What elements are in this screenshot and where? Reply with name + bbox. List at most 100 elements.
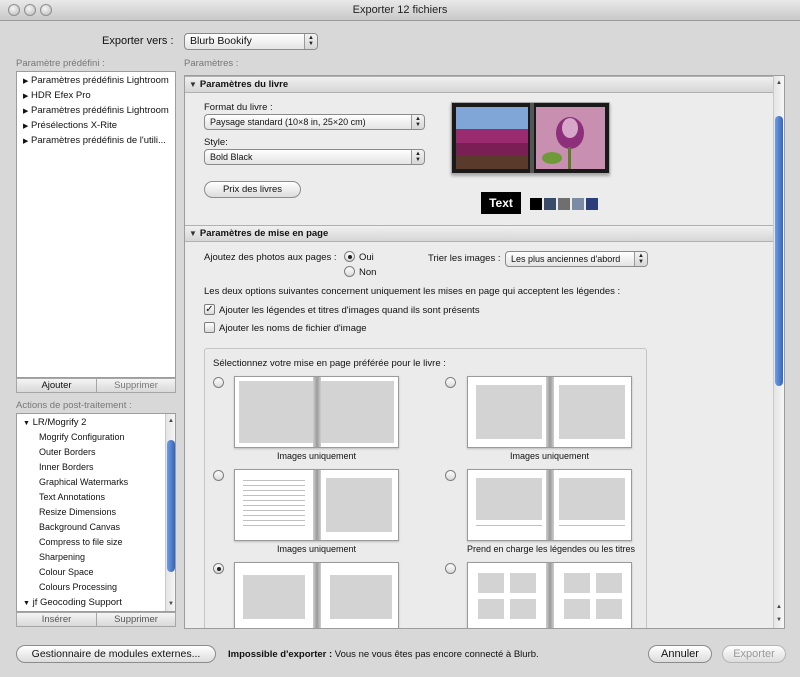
chevron-updown-icon: ▲ ▼ — [411, 150, 424, 164]
insert-button[interactable]: Insérer — [16, 612, 97, 627]
book-settings-header[interactable]: ▼ Paramètres du livre — [185, 76, 773, 93]
photo-placeholder — [330, 575, 392, 619]
photo-placeholder — [476, 478, 542, 520]
layout-5-radio[interactable] — [213, 563, 224, 574]
post-process-item[interactable]: Background Canvas — [39, 522, 120, 532]
add-captions-checkbox[interactable]: ✓ — [204, 304, 215, 315]
layout-2-caption: Images uniquement — [509, 451, 590, 461]
photo-placeholder — [559, 385, 625, 439]
post-process-header: Actions de post-traitement : — [16, 400, 132, 411]
post-process-item[interactable]: Colours Processing — [39, 582, 117, 592]
scroll-up-icon[interactable]: ▲ — [774, 78, 784, 88]
post-process-list: ▼ LR/Mogrify 2 Mogrify Configuration Out… — [16, 413, 176, 612]
swatch-dark-blue — [544, 198, 556, 210]
disclosure-down-icon: ▼ — [189, 80, 197, 89]
preset-item[interactable]: ▶ HDR Efex Pro — [23, 90, 91, 101]
preset-item[interactable]: ▶ Paramètres prédéfinis Lightroom — [23, 75, 169, 86]
add-filenames-checkbox[interactable] — [204, 322, 215, 333]
book-spine — [312, 563, 321, 628]
photo-placeholder — [239, 381, 313, 443]
add-filenames-label: Ajouter les noms de fichier d'image — [219, 323, 367, 334]
post-process-group[interactable]: ▼ LR/Mogrify 2 — [23, 417, 86, 428]
sort-label: Trier les images : — [428, 253, 501, 264]
layout-chooser: Sélectionnez votre mise en page préférée… — [204, 348, 647, 628]
scroll-up-icon[interactable]: ▲ — [166, 416, 175, 426]
layout-6-thumbnail[interactable] — [467, 562, 632, 628]
disclosure-down-icon: ▼ — [189, 229, 197, 238]
layout-4-caption: Prend en charge les légendes ou les titr… — [466, 544, 636, 554]
text-style-badge: Text — [481, 192, 521, 214]
cancel-button[interactable]: Annuler — [648, 645, 712, 663]
scroll-down-icon[interactable]: ▼ — [166, 599, 175, 609]
preset-item[interactable]: ▶ Présélections X-Rite — [23, 120, 117, 131]
layout-settings-header[interactable]: ▼ Paramètres de mise en page — [185, 225, 773, 242]
params-scrollbar[interactable]: ▲ ▲ ▼ — [773, 76, 784, 628]
export-to-select[interactable]: Blurb Bookify ▲ ▼ — [184, 33, 318, 50]
chevron-updown-icon: ▲ ▼ — [411, 115, 424, 129]
scroll-thumb[interactable] — [167, 440, 175, 572]
post-process-item[interactable]: Colour Space — [39, 567, 94, 577]
chevron-updown-icon: ▲ ▼ — [304, 34, 317, 49]
layout-1-caption: Images uniquement — [276, 451, 357, 461]
add-photos-yes-radio[interactable] — [344, 251, 355, 262]
photo-placeholder — [510, 599, 536, 619]
post-process-item[interactable]: Outer Borders — [39, 447, 96, 457]
export-error-text: Vous ne vous êtes pas encore connecté à … — [334, 649, 539, 660]
layout-2-radio[interactable] — [445, 377, 456, 388]
post-process-item[interactable]: Sharpening — [39, 552, 85, 562]
add-photos-no-radio[interactable] — [344, 266, 355, 277]
scroll-thumb[interactable] — [775, 116, 783, 386]
layout-1-radio[interactable] — [213, 377, 224, 388]
layout-3-radio[interactable] — [213, 470, 224, 481]
post-process-item[interactable]: Mogrify Configuration — [39, 432, 125, 442]
photo-placeholder — [596, 599, 622, 619]
add-preset-button[interactable]: Ajouter — [16, 378, 97, 393]
choose-layout-label: Sélectionnez votre mise en page préférée… — [213, 358, 446, 369]
post-process-item[interactable]: Text Annotations — [39, 492, 105, 502]
layout-6-radio[interactable] — [445, 563, 456, 574]
photo-placeholder — [559, 478, 625, 520]
layout-4-radio[interactable] — [445, 470, 456, 481]
title-bar: Exporter 12 fichiers — [0, 0, 800, 21]
book-style-value: Bold Black — [210, 152, 253, 162]
scroll-up-icon[interactable]: ▲ — [774, 602, 784, 612]
text-line — [243, 495, 305, 496]
book-spine — [545, 377, 554, 447]
remove-action-button[interactable]: Supprimer — [96, 612, 176, 627]
window-title: Exporter 12 fichiers — [352, 4, 448, 16]
sort-images-select[interactable]: Les plus anciennes d'abord ▲ ▼ — [505, 251, 648, 267]
layout-3-caption: Images uniquement — [276, 544, 357, 554]
plugin-manager-button[interactable]: Gestionnaire de modules externes... — [16, 645, 216, 663]
book-style-select[interactable]: Bold Black ▲ ▼ — [204, 149, 425, 165]
book-spine — [312, 470, 321, 540]
caption-line — [559, 525, 625, 526]
post-process-item[interactable]: Compress to file size — [39, 537, 123, 547]
book-format-select[interactable]: Paysage standard (10×8 in, 25×20 cm) ▲ ▼ — [204, 114, 425, 130]
swatch-navy — [586, 198, 598, 210]
text-line — [243, 505, 305, 506]
post-process-item[interactable]: Resize Dimensions — [39, 507, 116, 517]
post-process-item[interactable]: Graphical Watermarks — [39, 477, 128, 487]
remove-preset-button[interactable]: Supprimer — [96, 378, 176, 393]
preset-item[interactable]: ▶ Paramètres prédéfinis Lightroom — [23, 105, 169, 116]
presets-header: Paramètre prédéfini : — [16, 58, 105, 69]
export-button[interactable]: Exporter — [722, 645, 786, 663]
layout-4-thumbnail[interactable] — [467, 469, 632, 541]
post-process-scrollbar[interactable]: ▲ ▼ — [165, 414, 175, 611]
captions-note: Les deux options suivantes concernent un… — [204, 286, 621, 297]
yes-label: Oui — [359, 252, 374, 263]
book-preview-image — [451, 102, 610, 174]
export-to-value: Blurb Bookify — [190, 35, 252, 47]
post-process-group[interactable]: ▼ jf Geocoding Support — [23, 597, 122, 608]
layout-3-thumbnail[interactable] — [234, 469, 399, 541]
book-prices-button[interactable]: Prix des livres — [204, 181, 301, 198]
text-line — [243, 485, 305, 486]
scroll-down-icon[interactable]: ▼ — [774, 615, 784, 625]
post-process-item[interactable]: Inner Borders — [39, 462, 94, 472]
text-line — [243, 515, 305, 516]
layout-1-thumbnail[interactable] — [234, 376, 399, 448]
book-spine — [545, 470, 554, 540]
layout-2-thumbnail[interactable] — [467, 376, 632, 448]
layout-5-thumbnail[interactable] — [234, 562, 399, 628]
preset-item[interactable]: ▶ Paramètres prédéfinis de l'utili... — [23, 135, 166, 146]
